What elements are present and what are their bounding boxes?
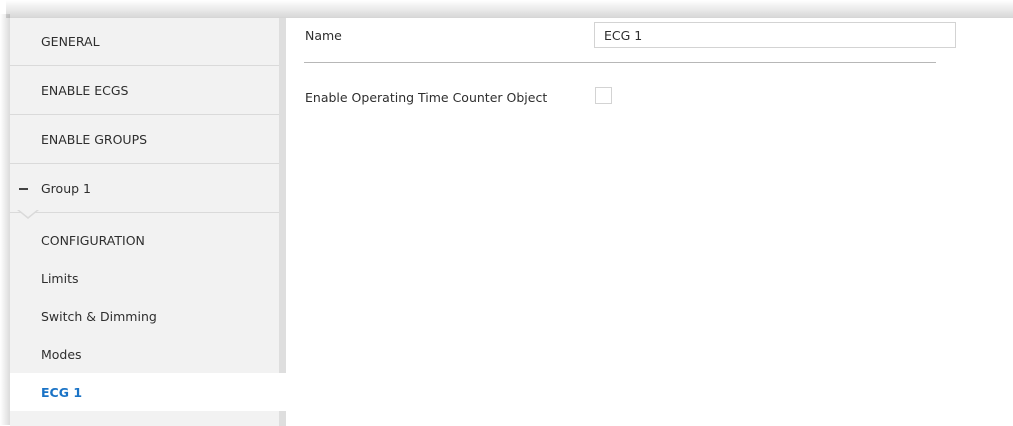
window-shadow-top xyxy=(6,0,1013,18)
sidebar-item-limits[interactable]: Limits xyxy=(10,259,279,297)
sidebar-item-label: Switch & Dimming xyxy=(41,308,157,324)
sidebar-item-enable-ecgs[interactable]: ENABLE ECGS xyxy=(10,67,279,115)
sidebar-item-label: ENABLE ECGS xyxy=(41,83,129,98)
sidebar-group-toggle[interactable]: Group 1 xyxy=(10,165,279,213)
sidebar-item-configuration[interactable]: CONFIGURATION xyxy=(10,221,279,259)
minus-icon[interactable] xyxy=(19,187,28,190)
sidebar-item-modes[interactable]: Modes xyxy=(10,335,279,373)
sidebar-item-label: ECG 1 xyxy=(41,384,83,400)
parameters-panel: Name Enable Operating Time Counter Objec… xyxy=(286,18,1013,426)
sidebar: GENERAL ENABLE ECGS ENABLE GROUPS Group … xyxy=(10,18,279,426)
sidebar-item-general[interactable]: GENERAL xyxy=(10,18,279,66)
sidebar-divider xyxy=(279,18,286,426)
operating-time-counter-checkbox[interactable] xyxy=(595,87,612,104)
window-shadow-left xyxy=(0,14,10,425)
sidebar-item-label: Modes xyxy=(41,346,82,362)
sidebar-item-enable-groups[interactable]: ENABLE GROUPS xyxy=(10,116,279,164)
name-label: Name xyxy=(305,28,342,43)
group-expanded-notch-inner xyxy=(18,209,38,217)
section-separator xyxy=(304,62,936,63)
sidebar-item-label: Limits xyxy=(41,270,79,286)
sidebar-item-label: ENABLE GROUPS xyxy=(41,132,148,147)
name-input[interactable] xyxy=(594,22,956,48)
app-frame: GENERAL ENABLE ECGS ENABLE GROUPS Group … xyxy=(0,0,1013,426)
sidebar-item-ecg-1[interactable]: ECG 1 xyxy=(10,373,286,411)
sidebar-item-label: GENERAL xyxy=(41,34,100,49)
sidebar-group-label: Group 1 xyxy=(41,181,91,196)
sidebar-item-label: CONFIGURATION xyxy=(41,232,145,248)
operating-time-counter-label: Enable Operating Time Counter Object xyxy=(305,90,548,105)
parameters-window: GENERAL ENABLE ECGS ENABLE GROUPS Group … xyxy=(10,17,1013,426)
sidebar-item-switch-dimming[interactable]: Switch & Dimming xyxy=(10,297,279,335)
